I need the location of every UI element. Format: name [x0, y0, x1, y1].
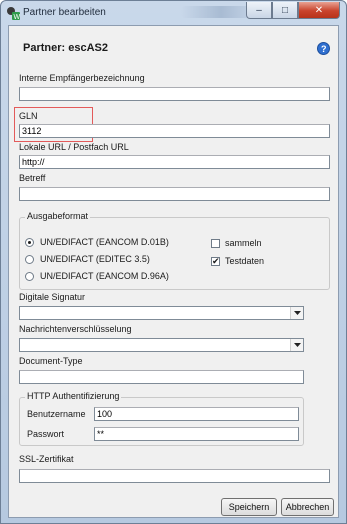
- cancel-button[interactable]: Abbrechen: [281, 498, 334, 516]
- ssl-input[interactable]: [19, 469, 330, 483]
- maximize-button[interactable]: □: [272, 2, 298, 19]
- help-icon[interactable]: ?: [317, 42, 330, 55]
- format-label-editec: UN/EDIFACT (EDITEC 3.5): [40, 254, 150, 264]
- svg-text:?: ?: [321, 44, 327, 54]
- partner-heading: Partner: escAS2: [23, 42, 108, 54]
- svg-text:W: W: [14, 14, 21, 20]
- verschluesselung-label: Nachrichtenverschlüsselung: [19, 324, 132, 334]
- username-label: Benutzername: [27, 409, 86, 419]
- password-input[interactable]: **: [94, 427, 299, 441]
- signatur-label: Digitale Signatur: [19, 292, 86, 302]
- url-input[interactable]: http://: [19, 155, 330, 169]
- window-title: Partner bearbeiten: [23, 7, 106, 18]
- ausgabeformat-legend: Ausgabeformat: [25, 211, 91, 221]
- format-radio-d96a[interactable]: [25, 272, 34, 281]
- url-label: Lokale URL / Postfach URL: [19, 142, 129, 152]
- app-icon: W: [7, 7, 21, 20]
- minimize-button[interactable]: –: [246, 2, 272, 19]
- ssl-label: SSL-Zertifikat: [19, 454, 74, 464]
- title-bar[interactable]: W Partner bearbeiten – □ ✕: [1, 1, 346, 25]
- signatur-select[interactable]: [19, 306, 304, 320]
- betreff-input[interactable]: [19, 187, 330, 201]
- save-button[interactable]: Speichern: [221, 498, 277, 516]
- gln-label: GLN: [19, 111, 38, 121]
- sammeln-checkbox[interactable]: [211, 239, 220, 248]
- username-input[interactable]: 100: [94, 407, 299, 421]
- http-auth-legend: HTTP Authentifizierung: [25, 391, 122, 401]
- verschluesselung-select[interactable]: [19, 338, 304, 352]
- format-label-d96a: UN/EDIFACT (EANCOM D.96A): [40, 271, 169, 281]
- document-type-input[interactable]: [19, 370, 304, 384]
- close-button[interactable]: ✕: [298, 2, 340, 19]
- format-label-d01b: UN/EDIFACT (EANCOM D.01B): [40, 237, 169, 247]
- dialog-client-area: Partner: escAS2 ? Interne Empfängerbezei…: [8, 25, 339, 518]
- testdaten-checkbox[interactable]: ✔: [211, 257, 220, 266]
- gln-input[interactable]: 3112: [19, 124, 330, 138]
- testdaten-label: Testdaten: [225, 256, 265, 266]
- interne-input[interactable]: [19, 87, 330, 101]
- caption-buttons: – □ ✕: [246, 2, 340, 20]
- chevron-down-icon[interactable]: [290, 339, 303, 351]
- betreff-label: Betreff: [19, 173, 46, 183]
- password-label: Passwort: [27, 429, 65, 439]
- dialog-window: W Partner bearbeiten – □ ✕ Partner: escA…: [0, 0, 347, 524]
- chevron-down-icon[interactable]: [290, 307, 303, 319]
- interne-label: Interne Empfängerbezeichnung: [19, 73, 145, 83]
- format-radio-d01b[interactable]: [25, 238, 34, 247]
- document-type-label: Document-Type: [19, 356, 83, 366]
- sammeln-label: sammeln: [225, 238, 262, 248]
- format-radio-editec[interactable]: [25, 255, 34, 264]
